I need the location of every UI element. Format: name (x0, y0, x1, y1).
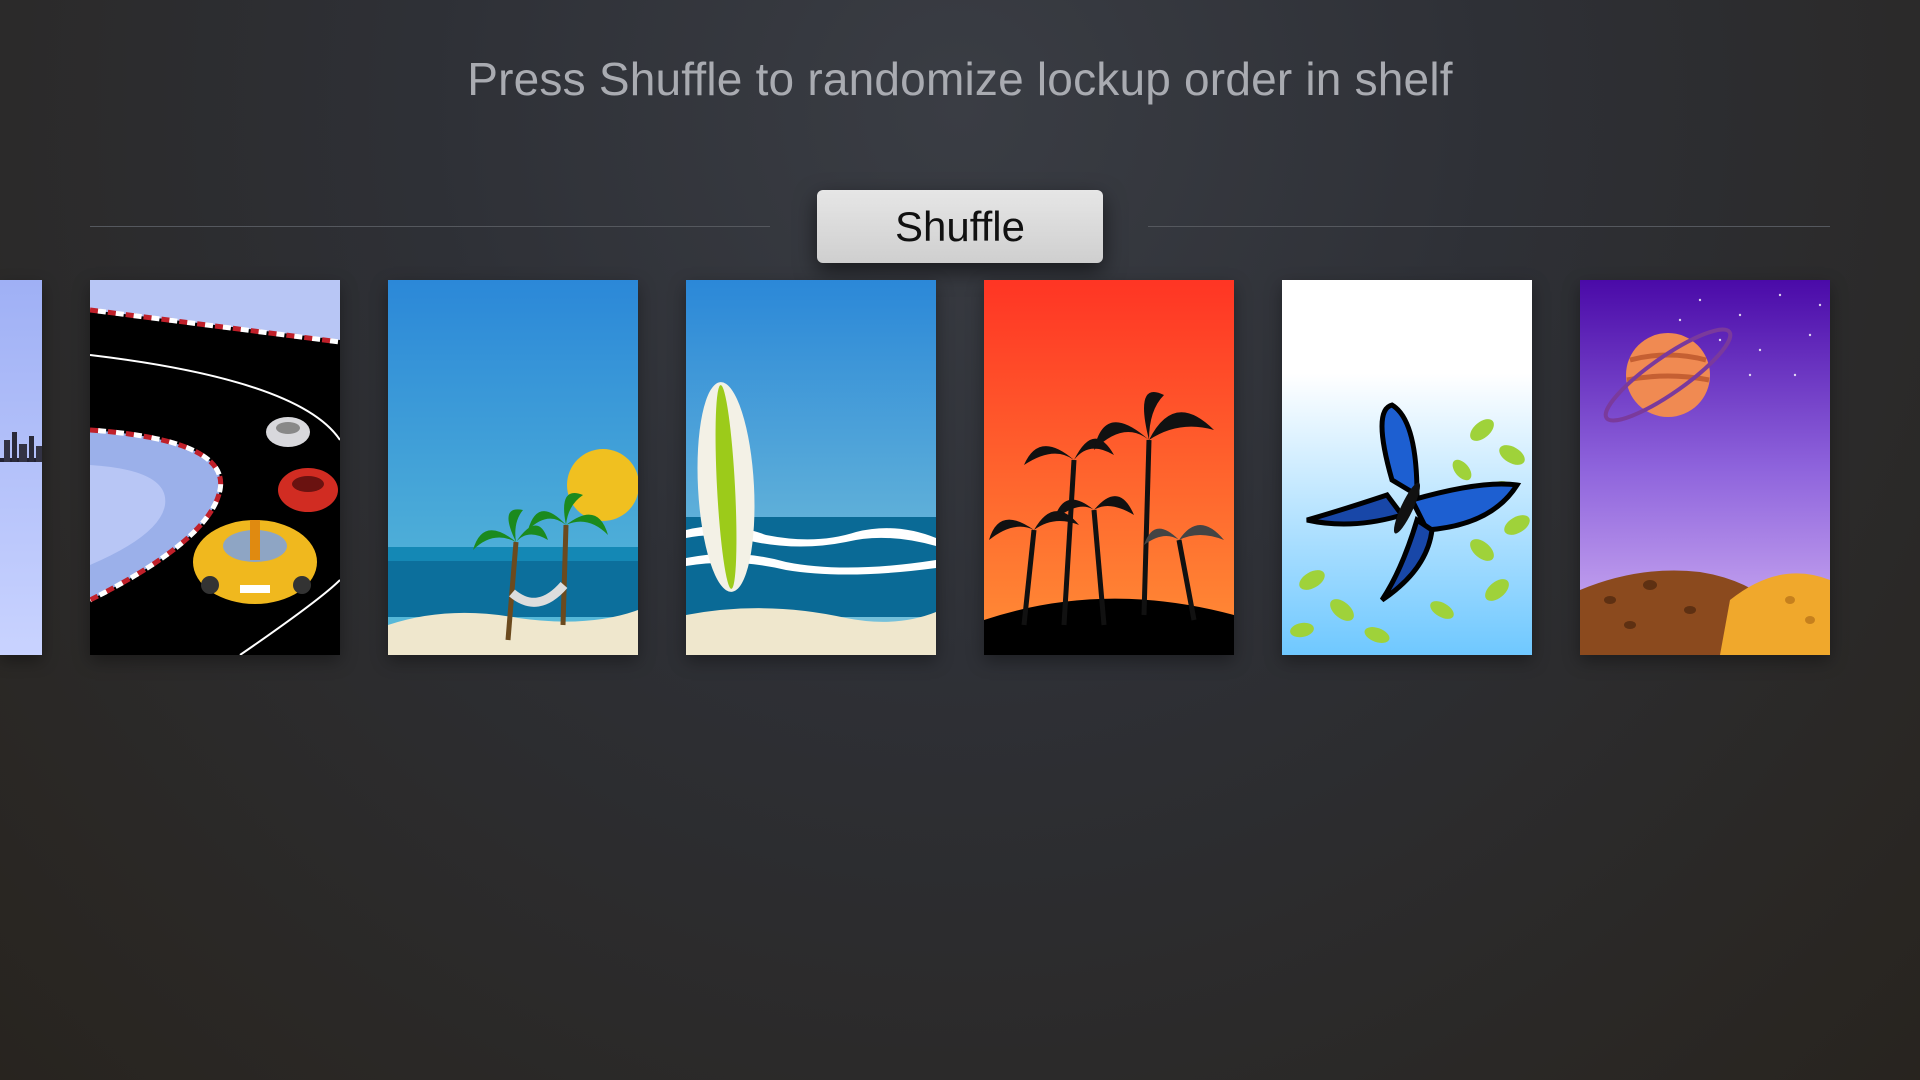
lockup-race-track[interactable] (90, 280, 340, 655)
lockup-beach-hammock[interactable] (388, 280, 638, 655)
instruction-text: Press Shuffle to randomize lockup order … (467, 53, 1453, 105)
beach-hammock-image (388, 280, 638, 655)
lockup-city-skyline[interactable] (0, 280, 42, 655)
shuffle-button[interactable]: Shuffle (817, 190, 1103, 263)
race-track-image (90, 280, 340, 655)
surfboard-image (686, 280, 936, 655)
lockup-surfboard[interactable] (686, 280, 936, 655)
shelf-divider-left (90, 226, 770, 227)
lockup-sunset-palms[interactable] (984, 280, 1234, 655)
butterfly-image (1282, 280, 1532, 655)
lockup-butterfly[interactable] (1282, 280, 1532, 655)
sunset-palms-image (984, 280, 1234, 655)
ringed-planet-image (1580, 280, 1830, 655)
lockup-ringed-planet[interactable] (1580, 280, 1830, 655)
shelf-divider-right (1148, 226, 1830, 227)
city-skyline-image (0, 280, 42, 655)
